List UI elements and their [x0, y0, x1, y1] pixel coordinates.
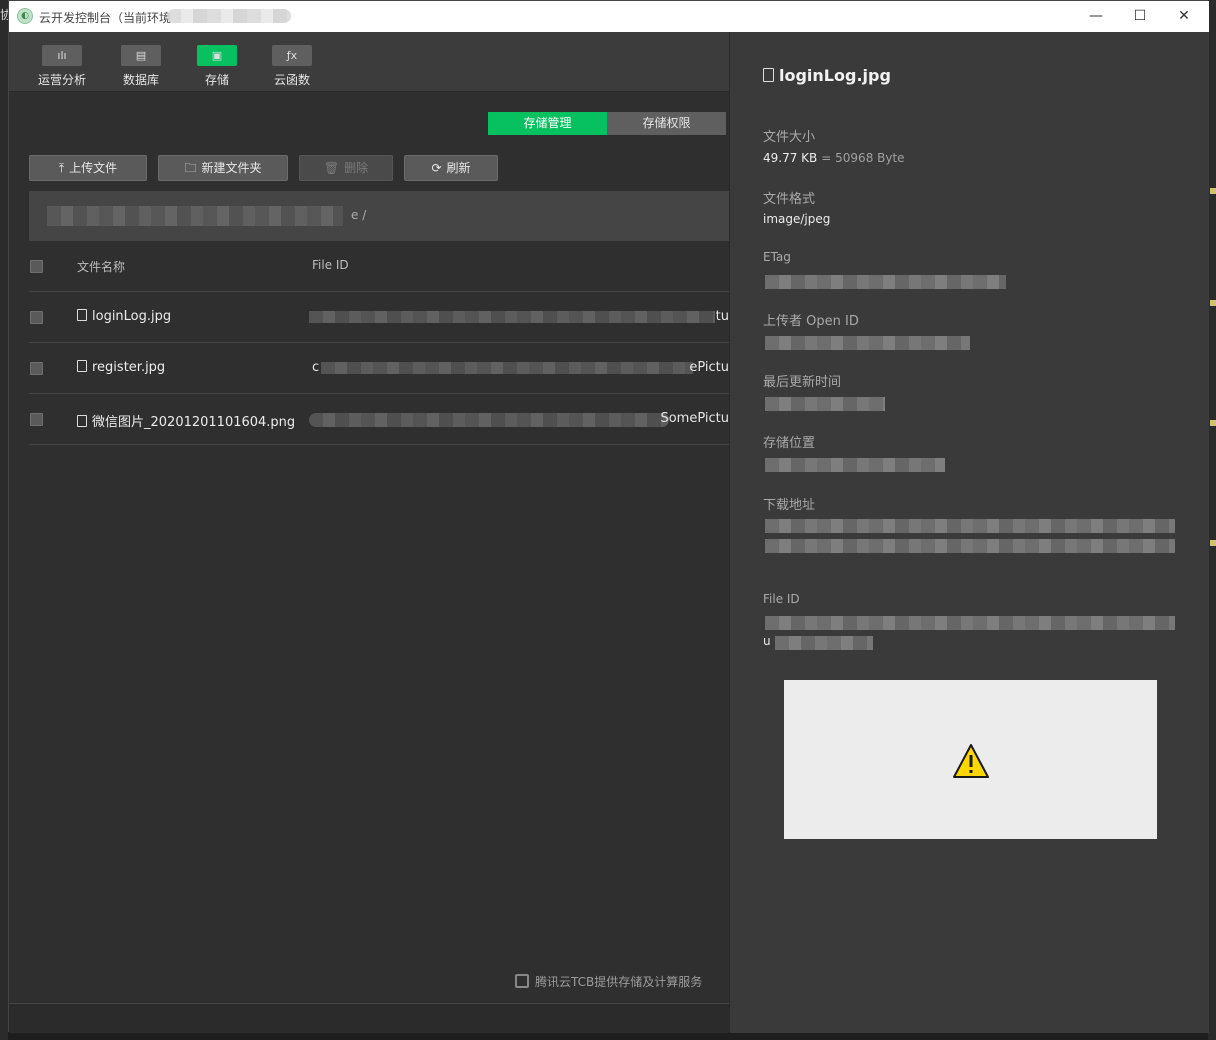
- maximize-button[interactable]: ☐: [1117, 1, 1163, 32]
- tab-storage-manage[interactable]: 存储管理: [488, 112, 607, 135]
- file-size-label: 文件大小: [763, 130, 816, 145]
- breadcrumb: e /: [29, 191, 729, 241]
- file-size-value: 49.77 KB = 50968 Byte: [763, 151, 905, 165]
- toolbar-item-analytics[interactable]: ılı 运营分析: [27, 32, 97, 92]
- delete-button[interactable]: 🗑 删除: [299, 155, 393, 181]
- trash-icon: 🗑: [323, 161, 340, 175]
- redacted-download-url[interactable]: [765, 519, 1175, 533]
- storage-location-label: 存储位置: [763, 436, 816, 451]
- redacted-file-id: [321, 362, 693, 374]
- storage-icon: ▣: [197, 45, 237, 66]
- column-header-name: 文件名称: [77, 260, 126, 274]
- tencent-cloud-icon: [515, 974, 529, 988]
- file-name-cell[interactable]: 微信图片_20201201101604.png: [77, 411, 295, 430]
- console-window: ◐ 云开发控制台（当前环境 — ☐ ✕ ılı 运营分析 ▤ 数据库 ▣ 存储 …: [8, 0, 1209, 1033]
- redacted-updated-time: [765, 397, 885, 411]
- outer-right-strip: [1208, 0, 1216, 1040]
- redacted-etag: [765, 275, 1006, 289]
- main-toolbar: ılı 运营分析 ▤ 数据库 ▣ 存储 ƒx 云函数: [9, 32, 729, 92]
- redacted-file-id: [309, 311, 715, 323]
- storage-main-panel: 存储管理 存储权限 ⤒ 上传文件 🗀 新建文件夹 🗑 删除 ⟳ 刷新 e / 文件名称 …: [9, 93, 729, 1003]
- upload-icon: ⤒: [58, 161, 65, 175]
- select-all-checkbox[interactable]: [30, 260, 43, 273]
- uploader-openid-label: 上传者 Open ID: [763, 314, 859, 329]
- row-checkbox[interactable]: [30, 413, 43, 426]
- tab-storage-permission[interactable]: 存储权限: [607, 112, 726, 135]
- row-checkbox[interactable]: [30, 362, 43, 375]
- new-folder-button[interactable]: 🗀 新建文件夹: [158, 155, 288, 181]
- footer-note: 腾讯云TCB提供存储及计算服务: [515, 973, 702, 990]
- database-icon: ▤: [121, 45, 161, 66]
- toolbar-item-label: 存储: [204, 73, 229, 87]
- new-folder-icon: 🗀: [184, 161, 197, 175]
- upload-file-button[interactable]: ⤒ 上传文件: [29, 155, 147, 181]
- file-id-tail: SomePictu: [660, 411, 729, 426]
- file-name-cell[interactable]: register.jpg: [77, 360, 165, 375]
- toolbar-item-storage[interactable]: ▣ 存储: [182, 32, 252, 92]
- function-icon: ƒx: [272, 45, 312, 66]
- redacted-storage-location[interactable]: [765, 458, 945, 472]
- file-icon: [77, 360, 87, 372]
- detail-file-title: loginLog.jpg: [763, 66, 891, 85]
- minimize-button[interactable]: —: [1073, 1, 1119, 32]
- outer-right-mark: [1210, 188, 1216, 194]
- app-logo-icon: ◐: [17, 8, 33, 24]
- outer-right-mark: [1210, 420, 1216, 426]
- refresh-button[interactable]: ⟳ 刷新: [404, 155, 498, 181]
- storage-tabs: 存储管理 存储权限: [488, 112, 728, 135]
- row-checkbox[interactable]: [30, 311, 43, 324]
- download-url-label: 下载地址: [763, 498, 816, 513]
- redacted-download-url[interactable]: [765, 539, 1175, 553]
- outer-right-mark: [1210, 300, 1216, 306]
- file-icon: [77, 415, 87, 427]
- file-table: 文件名称 File ID loginLog.jpg tu register.jp…: [29, 241, 729, 445]
- bar-chart-icon: ılı: [42, 45, 82, 66]
- refresh-icon: ⟳: [431, 161, 442, 175]
- file-id-tail: ePictu: [689, 360, 729, 375]
- table-header: 文件名称 File ID: [29, 241, 729, 292]
- redacted-environment-name: [167, 9, 291, 23]
- title-bar[interactable]: ◐ 云开发控制台（当前环境 — ☐ ✕: [9, 1, 1209, 32]
- status-bar: [9, 1003, 729, 1033]
- file-id-tail: tu: [715, 309, 729, 324]
- window-title: 云开发控制台（当前环境: [39, 11, 172, 25]
- redacted-file-id: [309, 413, 669, 427]
- warning-icon: [953, 744, 989, 778]
- toolbar-item-label: 运营分析: [37, 73, 86, 87]
- file-icon: [77, 309, 87, 321]
- toolbar-item-functions[interactable]: ƒx 云函数: [257, 32, 327, 92]
- column-header-file-id: File ID: [312, 258, 349, 272]
- table-row[interactable]: 微信图片_20201201101604.png SomePictu: [29, 394, 729, 445]
- file-detail-panel: loginLog.jpg 文件大小 49.77 KB = 50968 Byte 文…: [729, 32, 1209, 1033]
- table-row[interactable]: loginLog.jpg tu: [29, 292, 729, 343]
- file-icon: [763, 68, 774, 82]
- file-format-value: image/jpeg: [763, 212, 831, 226]
- toolbar-item-database[interactable]: ▤ 数据库: [106, 32, 176, 92]
- redacted-openid: [765, 336, 970, 350]
- outer-right-mark: [1210, 540, 1216, 546]
- etag-label: ETag: [763, 250, 791, 264]
- breadcrumb-separator: e /: [351, 208, 367, 222]
- redacted-file-id: [775, 636, 873, 650]
- outer-left-strip: 协: [0, 0, 12, 1040]
- toolbar-item-label: 云函数: [273, 73, 310, 87]
- image-preview[interactable]: [784, 680, 1157, 839]
- close-button[interactable]: ✕: [1161, 1, 1207, 32]
- last-updated-label: 最后更新时间: [763, 375, 842, 390]
- file-format-label: 文件格式: [763, 192, 816, 207]
- redacted-path: [47, 206, 343, 226]
- file-id-label: File ID: [763, 592, 800, 606]
- table-row[interactable]: register.jpg c ePictu: [29, 343, 729, 394]
- file-name-cell[interactable]: loginLog.jpg: [77, 309, 171, 324]
- redacted-file-id: [765, 616, 1175, 630]
- file-id-head: c: [312, 360, 320, 375]
- file-id-head: u: [763, 634, 771, 648]
- toolbar-item-label: 数据库: [122, 73, 159, 87]
